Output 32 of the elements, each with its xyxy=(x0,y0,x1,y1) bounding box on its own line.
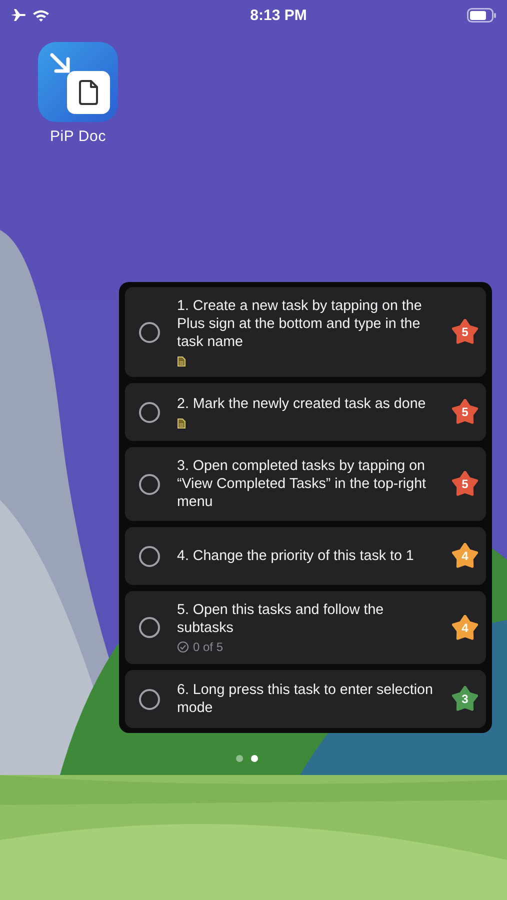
task-card[interactable]: 1. Create a new task by tapping on the Plus sign at the bottom and type in the task name 5 xyxy=(125,287,486,377)
wifi-icon xyxy=(32,8,50,22)
battery-icon xyxy=(466,8,497,22)
task-card[interactable]: 5. Open this tasks and follow the subtasks 0 of 5 4 xyxy=(125,591,486,664)
task-checkbox[interactable] xyxy=(139,402,160,422)
check-circle-icon xyxy=(177,641,189,653)
status-time: 8:13 PM xyxy=(250,6,307,24)
task-title: 2. Mark the newly created task as done xyxy=(177,395,426,413)
priority-badge: 5 xyxy=(452,399,478,425)
priority-badge: 3 xyxy=(452,686,478,712)
task-card[interactable]: 6. Long press this task to enter selection mode 3 xyxy=(125,670,486,728)
task-title: 1. Create a new task by tapping on the Plus sign at the bottom and type in the task name xyxy=(177,297,423,351)
task-title: 3. Open completed tasks by tapping on “View Completed Tasks” in the top-right menu xyxy=(177,457,427,511)
app-icon[interactable] xyxy=(38,42,118,122)
priority-badge: 5 xyxy=(452,471,478,497)
app-label: PiP Doc xyxy=(50,128,106,145)
task-title: 5. Open this tasks and follow the subtasks xyxy=(177,601,385,637)
task-card[interactable]: 3. Open completed tasks by tapping on “View Completed Tasks” in the top-right menu 5 xyxy=(125,447,486,521)
task-card[interactable]: 2. Mark the newly created task as done 5 xyxy=(125,383,486,441)
task-card[interactable]: 4. Change the priority of this task to 1 4 xyxy=(125,527,486,585)
priority-badge: 4 xyxy=(452,614,478,640)
task-checkbox[interactable] xyxy=(139,474,160,494)
task-title: 6. Long press this task to enter selection mode xyxy=(177,681,434,717)
priority-badge: 5 xyxy=(452,319,478,345)
task-checkbox[interactable] xyxy=(139,688,160,710)
task-title: 4. Change the priority of this task to 1 xyxy=(177,547,414,565)
page-dot[interactable] xyxy=(236,755,243,762)
task-checkbox[interactable] xyxy=(139,617,160,638)
task-checkbox[interactable] xyxy=(139,322,160,342)
subtask-count: 0 of 5 xyxy=(193,640,224,654)
priority-badge: 4 xyxy=(452,543,478,569)
task-checkbox[interactable] xyxy=(139,546,160,566)
